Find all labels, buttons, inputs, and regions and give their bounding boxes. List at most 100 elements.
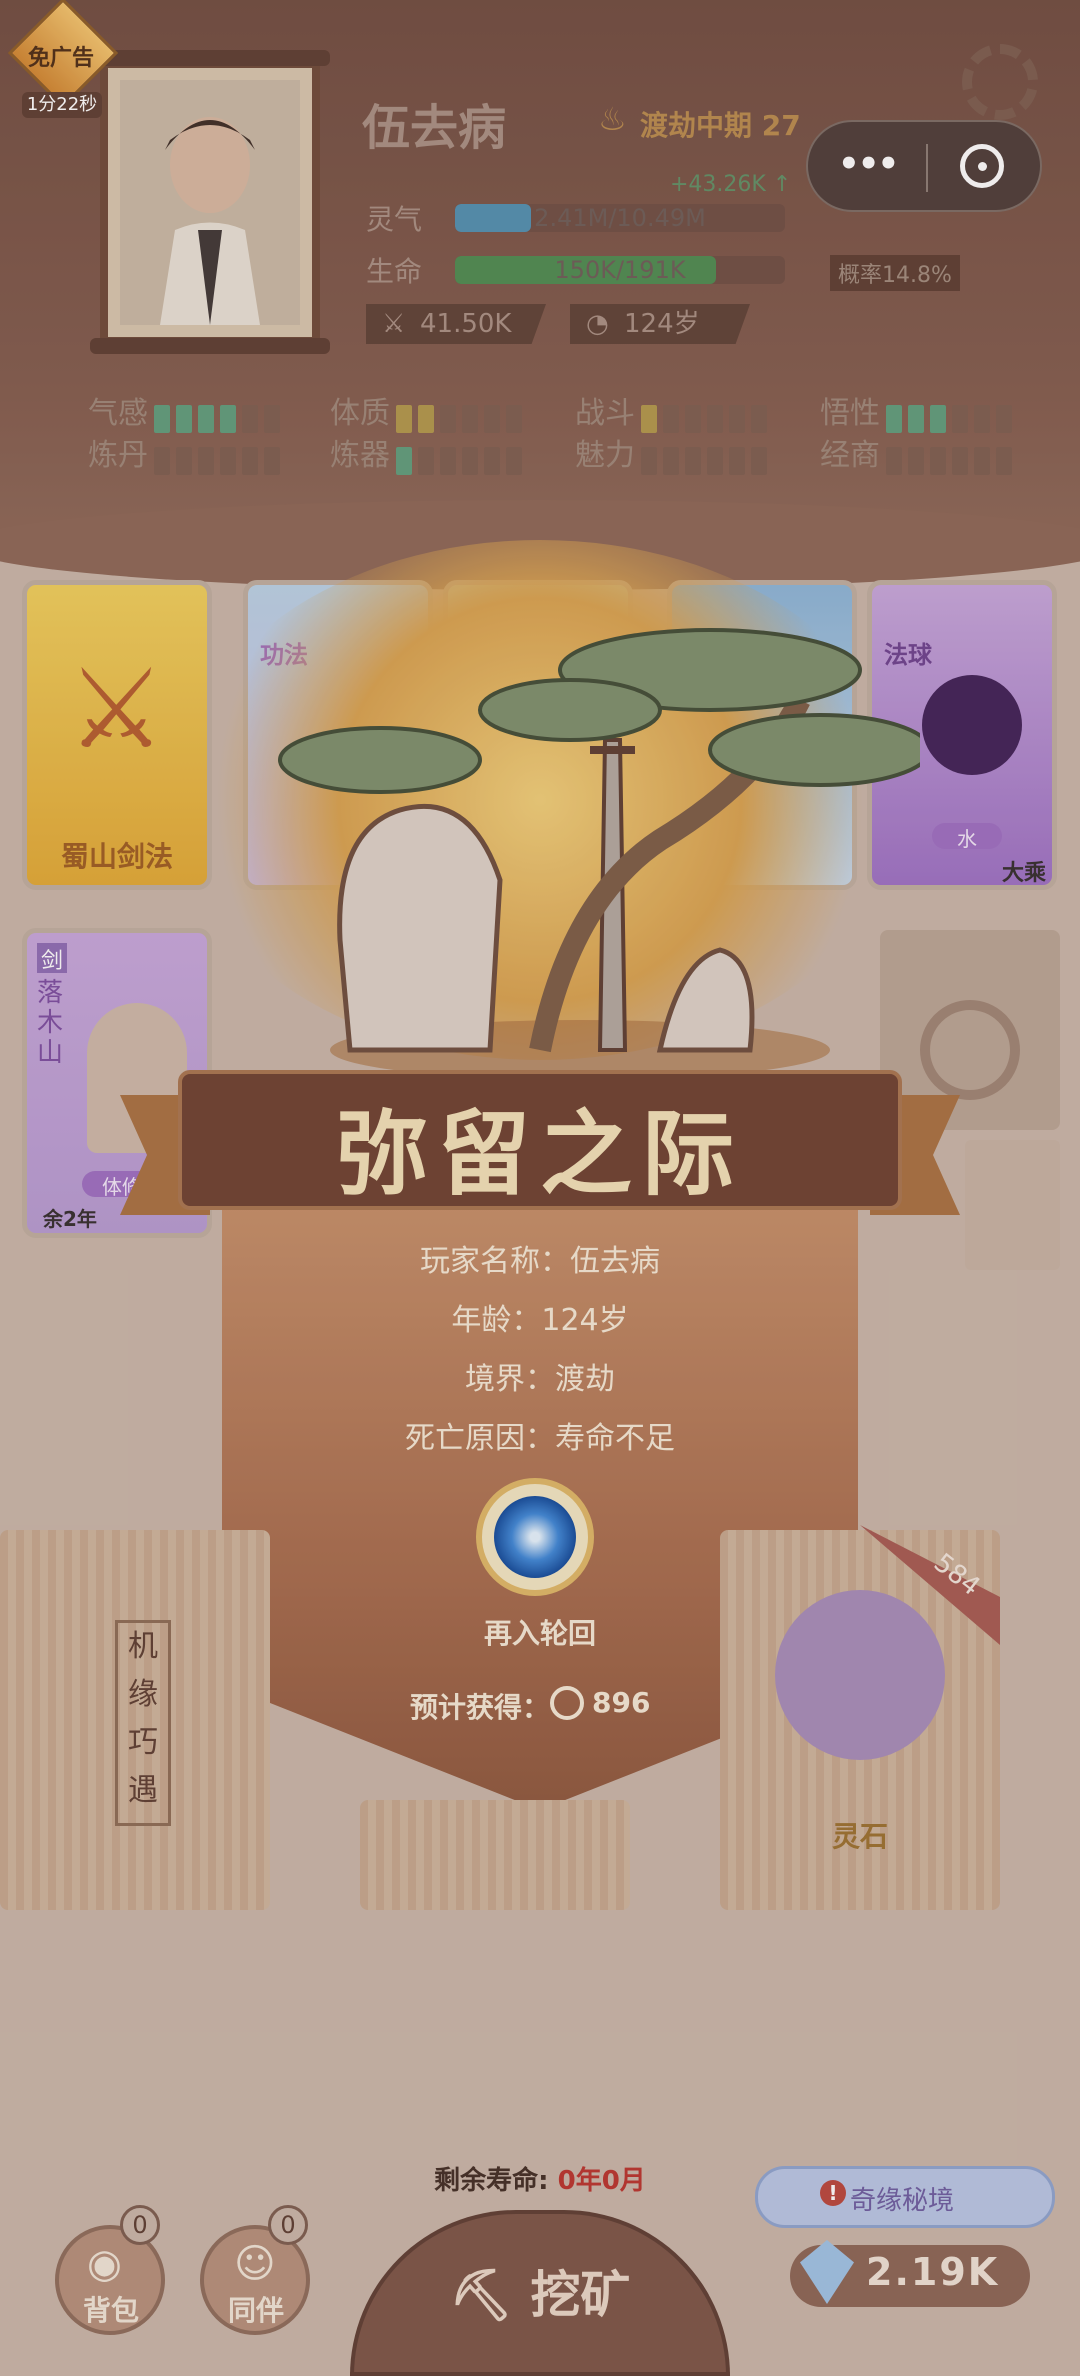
remaining-life-value: 0年0月 (557, 2166, 646, 2196)
realm-level: 渡劫中期 27 (640, 109, 801, 142)
attribute-pip (685, 404, 701, 433)
life-bar: 150K/191K (455, 256, 785, 284)
combat-power: ⚔ 41.50K (366, 304, 546, 344)
bag-count-badge: 0 (120, 2205, 160, 2245)
attribute-pip (641, 404, 657, 433)
attribute-pip (176, 446, 192, 475)
fortune-pack[interactable]: 机缘巧遇 (0, 1530, 270, 1910)
close-dot (978, 162, 987, 171)
spirit-stone-label: 灵石 (831, 1820, 888, 1853)
alert-icon: ! (820, 2180, 846, 2206)
attribute-item: 炼丹 (88, 430, 286, 475)
coin-icon (920, 1000, 1020, 1100)
popup-realm: 境界：渡劫 (465, 1362, 615, 1397)
attribute-pip (484, 446, 500, 475)
attribute-label: 体质 (330, 396, 390, 431)
attribute-pip (641, 446, 657, 475)
attribute-pip (396, 446, 412, 475)
life-label: 生命 (366, 255, 423, 288)
attribute-pip (707, 446, 723, 475)
spirit-value: 2.41M/10.49M (534, 204, 706, 232)
attribute-pip (176, 404, 192, 433)
attribute-label: 经商 (820, 438, 880, 473)
more-menu-icon[interactable]: ••• (838, 144, 899, 184)
age-value: 124岁 (624, 309, 700, 339)
attribute-pip (729, 446, 745, 475)
reward-label: 预计获得： (410, 1691, 551, 1724)
attribute-pip (685, 446, 701, 475)
popup-player-name: 玩家名称：伍去病 (420, 1244, 660, 1279)
close-miniprogram-icon[interactable] (960, 144, 1004, 188)
capsule-separator (926, 144, 928, 192)
scroll-roller-bottom (90, 338, 330, 354)
attribute-label: 气感 (88, 396, 148, 431)
companion-tag: 剑 (37, 943, 67, 974)
attribute-pip (908, 404, 924, 433)
attribute-pip (154, 446, 170, 475)
companion-years: 余2年 (43, 1207, 97, 1231)
character-avatar-icon (160, 117, 260, 325)
settings-gear-icon[interactable] (962, 44, 1038, 120)
attribute-label: 炼器 (330, 438, 390, 473)
fortune-pack-label: 机缘巧遇 (115, 1620, 171, 1826)
spirit-gain-rate: +43.26K ↑ (670, 172, 792, 197)
player-portrait[interactable] (100, 60, 320, 345)
attribute-pip (751, 404, 767, 433)
attribute-label: 魅力 (575, 438, 635, 473)
life-value: 150K/191K (554, 256, 686, 284)
attribute-pip (484, 404, 500, 433)
spirit-label: 灵气 (366, 203, 423, 236)
attribute-pip (930, 446, 946, 475)
card-5-element: 水 (932, 823, 1002, 851)
attribute-pip (198, 446, 214, 475)
ad-timer: 1分22秒 (22, 92, 102, 118)
attribute-label: 战斗 (575, 396, 635, 431)
attribute-pip (663, 404, 679, 433)
scroll-roller-top (90, 50, 330, 66)
remove-ads-button[interactable]: 免广告 1分22秒 (7, 0, 119, 118)
attribute-pip (930, 404, 946, 433)
vortex-icon (494, 1496, 576, 1578)
reincarnate-button[interactable] (476, 1478, 594, 1596)
partner-label: 同伴 (228, 2294, 285, 2327)
attribute-item: 炼器 (330, 430, 528, 475)
player-name: 伍去病 (362, 100, 507, 156)
card-5-rank: 大乘 (1002, 861, 1047, 886)
attribute-pip (996, 446, 1012, 475)
attribute-item: 体质 (330, 388, 528, 433)
attribute-pip (952, 446, 968, 475)
attribute-pip (729, 404, 745, 433)
partner-count-badge: 0 (268, 2205, 308, 2245)
attribute-pip (974, 446, 990, 475)
realm-flame-icon: ♨ (598, 100, 627, 138)
attribute-pip (198, 404, 214, 433)
attribute-pip (663, 446, 679, 475)
attribute-pip (974, 404, 990, 433)
attribute-pip (886, 404, 902, 433)
companion-name: 落木山 (37, 978, 64, 1068)
attribute-pip (220, 446, 236, 475)
attribute-pip (506, 446, 522, 475)
spirit-bar: 2.41M/10.49M (455, 204, 785, 232)
attribute-label: 悟性 (820, 396, 880, 431)
attribute-pip (242, 446, 258, 475)
attribute-pip (908, 446, 924, 475)
age-display: ◔ 124岁 (570, 304, 750, 344)
secret-realm-label: 奇缘秘境 (850, 2186, 955, 2216)
attribute-pip (996, 404, 1012, 433)
attribute-pip (462, 446, 478, 475)
dark-orb-icon (922, 675, 1022, 775)
attribute-item: 经商 (820, 430, 1018, 475)
middle-pack[interactable] (360, 1800, 630, 1910)
reward-value: 896 (592, 1686, 651, 1719)
crossed-swords-icon: ⚔ (382, 309, 406, 339)
attribute-pip (418, 404, 434, 433)
attribute-pip (396, 404, 412, 433)
attribute-item: 魅力 (575, 430, 773, 475)
attribute-pip (440, 446, 456, 475)
attribute-pip (440, 404, 456, 433)
attribute-item: 气感 (88, 388, 286, 433)
attribute-pip (506, 404, 522, 433)
mine-label-text: 挖矿 (530, 2266, 631, 2324)
attribute-pip (220, 404, 236, 433)
